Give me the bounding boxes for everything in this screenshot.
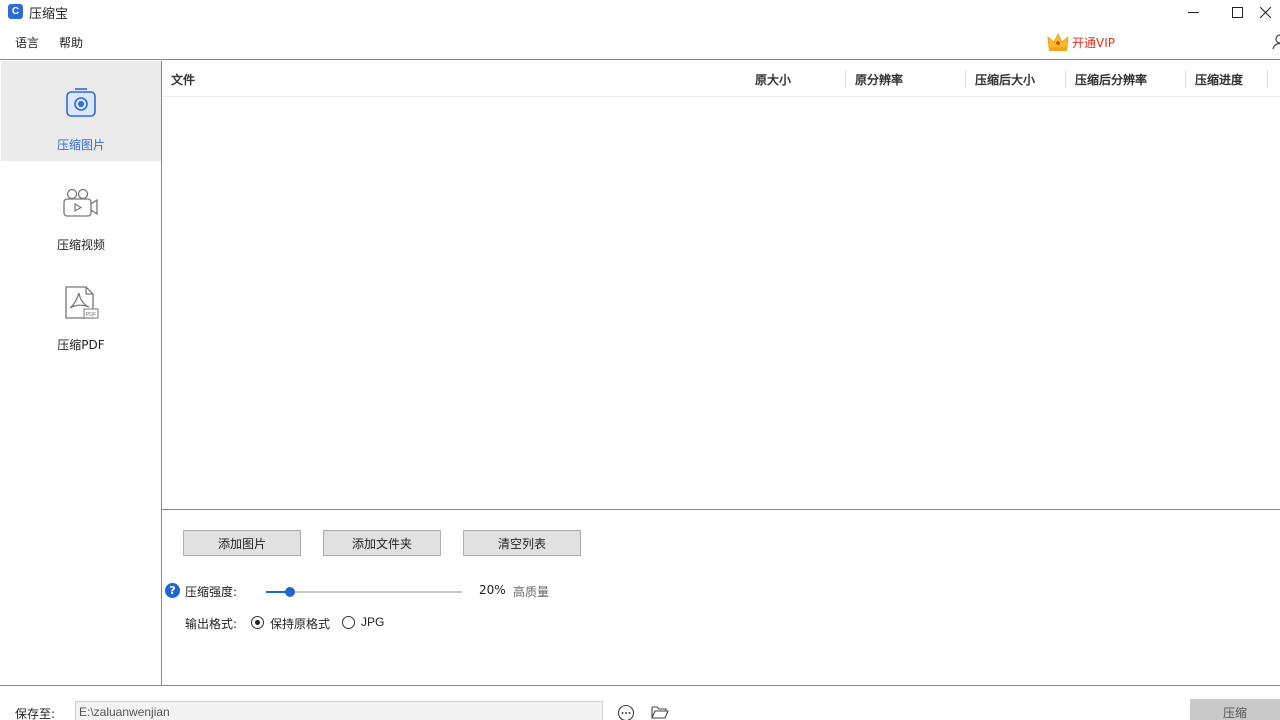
crown-icon: [1047, 33, 1069, 51]
browse-path-button[interactable]: [617, 704, 635, 720]
app-logo-icon: C: [8, 4, 23, 19]
app-title: 压缩宝: [29, 7, 69, 22]
sidebar-item-compress-video[interactable]: 压缩视频: [1, 161, 161, 261]
sidebar-item-label: 压缩图片: [56, 138, 105, 152]
add-folder-button[interactable]: 添加文件夹: [323, 530, 441, 556]
maximize-icon: [1231, 6, 1243, 18]
sidebar-item-compress-pdf[interactable]: PDF 压缩PDF: [1, 261, 161, 361]
column-header-file[interactable]: 文件: [171, 71, 195, 88]
compression-strength-slider[interactable]: [266, 587, 462, 597]
jpg-format-label[interactable]: JPG: [361, 615, 384, 629]
help-icon[interactable]: ?: [165, 583, 180, 598]
menu-language[interactable]: 语言: [15, 34, 39, 51]
keep-format-radio[interactable]: [251, 616, 264, 629]
column-separator[interactable]: [1065, 70, 1066, 88]
column-separator[interactable]: [1267, 70, 1268, 88]
column-separator[interactable]: [1185, 70, 1186, 88]
menu-bar: 语言 帮助 开通VIP: [0, 24, 1280, 60]
video-compress-icon: [63, 188, 98, 217]
output-format-row: 输出格式: 保持原格式 JPG: [185, 614, 585, 632]
output-format-label: 输出格式:: [185, 617, 238, 631]
open-folder-button[interactable]: [651, 704, 669, 720]
slider-handle[interactable]: [285, 587, 295, 597]
compression-quality-text: 高质量: [513, 585, 550, 599]
user-icon: [1272, 34, 1280, 50]
table-header: 文件 原大小 原分辨率 压缩后大小 压缩后分辨率 压缩进度: [162, 61, 1280, 97]
menu-help[interactable]: 帮助: [59, 34, 83, 51]
jpg-format-radio[interactable]: [342, 616, 355, 629]
save-path-field[interactable]: E:\zaluanwenjian: [75, 701, 603, 720]
column-header-original-size[interactable]: 原大小: [755, 71, 791, 88]
image-compress-icon: [66, 88, 96, 117]
file-table: 文件 原大小 原分辨率 压缩后大小 压缩后分辨率 压缩进度: [162, 61, 1280, 510]
user-account-button[interactable]: [1272, 34, 1280, 53]
folder-open-icon: [651, 706, 669, 719]
compression-strength-row: ? 压缩强度: 20% 高质量: [165, 582, 665, 600]
compression-strength-label: 压缩强度:: [185, 585, 238, 599]
column-header-progress[interactable]: 压缩进度: [1195, 71, 1243, 88]
column-header-compressed-size[interactable]: 压缩后大小: [975, 71, 1035, 88]
column-separator[interactable]: [845, 70, 846, 88]
add-images-button[interactable]: 添加图片: [183, 530, 301, 556]
minimize-button[interactable]: [1170, 0, 1216, 24]
sidebar: 压缩图片 压缩视频 PDF 压缩PDF: [0, 61, 162, 685]
svg-text:PDF: PDF: [86, 312, 98, 318]
footer-bar: 保存至: E:\zaluanwenjian 压缩: [0, 685, 1280, 720]
title-bar: C 压缩宝: [0, 0, 1280, 24]
compression-strength-value: 20%: [479, 583, 506, 597]
maximize-button[interactable]: [1214, 0, 1260, 24]
column-header-original-resolution[interactable]: 原分辨率: [855, 71, 903, 88]
column-header-compressed-resolution[interactable]: 压缩后分辨率: [1075, 71, 1147, 88]
clear-list-button[interactable]: 清空列表: [463, 530, 581, 556]
sidebar-item-label: 压缩PDF: [57, 338, 105, 352]
sidebar-item-label: 压缩视频: [56, 238, 105, 252]
column-separator[interactable]: [965, 70, 966, 88]
compress-button[interactable]: 压缩: [1190, 699, 1280, 720]
sidebar-item-compress-image[interactable]: 压缩图片: [1, 61, 161, 161]
vip-label: 开通VIP: [1072, 35, 1115, 50]
close-icon: [1260, 6, 1271, 18]
more-icon: [617, 704, 635, 720]
minimize-icon: [1187, 11, 1199, 13]
close-button[interactable]: [1260, 0, 1280, 24]
keep-format-label[interactable]: 保持原格式: [270, 615, 330, 632]
vip-button[interactable]: 开通VIP: [1047, 32, 1115, 52]
pdf-compress-icon: PDF: [65, 286, 99, 319]
save-to-label: 保存至:: [15, 707, 56, 720]
